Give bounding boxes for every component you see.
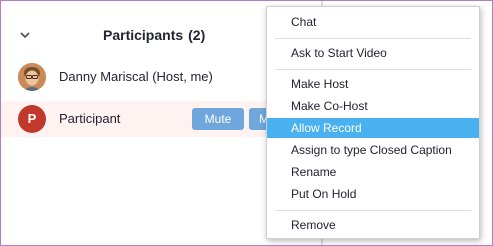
avatar bbox=[18, 63, 46, 91]
avatar: P bbox=[18, 105, 46, 133]
participant-context-menu: Chat Ask to Start Video Make Host Make C… bbox=[266, 6, 480, 239]
menu-item-remove[interactable]: Remove bbox=[267, 215, 479, 235]
menu-item-put-on-hold[interactable]: Put On Hold bbox=[267, 184, 479, 204]
participant-count: (2) bbox=[188, 27, 206, 43]
menu-divider bbox=[275, 210, 471, 211]
menu-item-make-co-host[interactable]: Make Co-Host bbox=[267, 96, 479, 116]
menu-item-rename[interactable]: Rename bbox=[267, 162, 479, 182]
menu-item-assign-closed-caption[interactable]: Assign to type Closed Caption bbox=[267, 140, 479, 160]
user-photo-icon bbox=[18, 63, 46, 91]
participant-name: Participant bbox=[59, 111, 121, 126]
menu-item-ask-to-start-video[interactable]: Ask to Start Video bbox=[267, 43, 479, 63]
menu-item-chat[interactable]: Chat bbox=[267, 12, 479, 32]
menu-item-allow-record[interactable]: Allow Record bbox=[267, 118, 479, 138]
mute-button[interactable]: Mute bbox=[192, 108, 244, 130]
zoom-window: Participants (2) Danny Mariscal (Host, m… bbox=[0, 0, 493, 246]
menu-divider bbox=[275, 69, 471, 70]
panel-title-label: Participants bbox=[103, 27, 184, 43]
menu-divider bbox=[275, 38, 471, 39]
chevron-down-icon bbox=[20, 31, 30, 38]
collapse-button[interactable] bbox=[15, 25, 35, 45]
participant-name: Danny Mariscal (Host, me) bbox=[59, 69, 213, 84]
panel-title: Participants (2) bbox=[103, 25, 223, 45]
menu-item-make-host[interactable]: Make Host bbox=[267, 74, 479, 94]
